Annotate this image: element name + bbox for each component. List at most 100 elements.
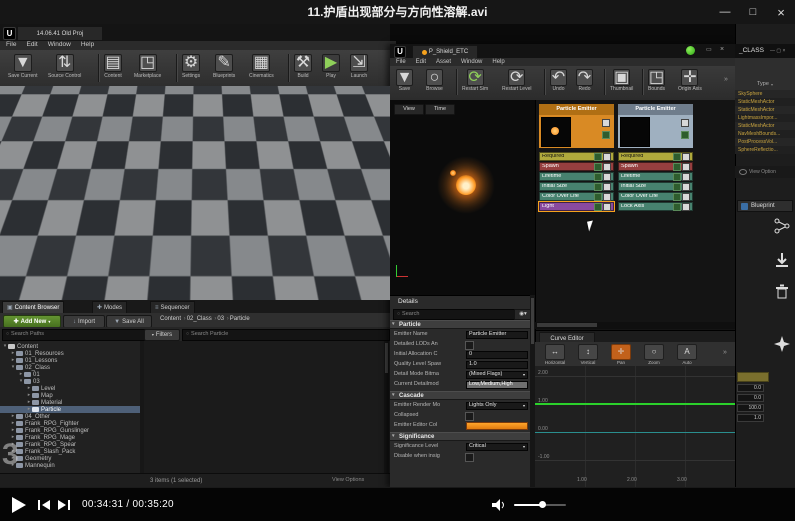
module-graph-icon[interactable]	[673, 183, 681, 191]
toolbar-overflow-icon[interactable]: »	[723, 349, 727, 356]
module-required[interactable]: Required	[539, 152, 614, 161]
emitter-1-header[interactable]: Particle Emitter	[539, 104, 614, 115]
menu-edit[interactable]: Edit	[26, 42, 37, 49]
scrollbar-thumb[interactable]	[537, 323, 597, 327]
next-button[interactable]	[58, 500, 70, 510]
restart-sim-button[interactable]: ⟳Restart Sim	[462, 69, 488, 92]
module-checkbox[interactable]	[603, 203, 611, 211]
close-button[interactable]: ×	[767, 0, 795, 24]
background-window-controls[interactable]: — ▢ ×	[770, 49, 785, 54]
scrollbar-thumb[interactable]	[385, 343, 388, 373]
tab-content-browser[interactable]: ▣Content Browser	[2, 301, 64, 313]
play-button[interactable]: ▶Play	[322, 54, 340, 79]
checkbox[interactable]	[465, 341, 474, 350]
outliner-row[interactable]: StaticMeshActor	[735, 106, 795, 114]
tree-item[interactable]: 04_Other	[0, 413, 140, 420]
module-lock-axis[interactable]: Lock Axis	[618, 202, 693, 211]
module-checkbox[interactable]	[682, 173, 690, 181]
module-checkbox[interactable]	[603, 163, 611, 171]
module-initial-size[interactable]: Initial Size	[618, 182, 693, 191]
module-checkbox[interactable]	[682, 183, 690, 191]
module-graph-icon[interactable]	[594, 193, 602, 201]
transform-field[interactable]: 1.0	[737, 414, 764, 422]
marketplace-button[interactable]: ◳Marketplace	[134, 54, 161, 79]
breadcrumb-02-class[interactable]: 02_Class	[187, 316, 218, 322]
cascade-maximize-button[interactable]: ▭	[706, 47, 712, 53]
module-graph-icon[interactable]	[594, 153, 602, 161]
cascade-preview-viewport[interactable]: View Time	[390, 100, 535, 295]
tree-item[interactable]: Frank_RPG_Fighter	[0, 420, 140, 427]
tree-item[interactable]: Frank_RPG_Spear	[0, 441, 140, 448]
volume-knob[interactable]	[539, 501, 546, 508]
module-initial-size[interactable]: Initial Size	[539, 182, 614, 191]
tree-item[interactable]: Map	[0, 392, 140, 399]
settings-button[interactable]: ⚙Settings	[182, 54, 200, 79]
viewport-menu-icon[interactable]: ≡	[4, 90, 18, 101]
volume-icon[interactable]	[492, 499, 508, 511]
module-checkbox[interactable]	[682, 193, 690, 201]
content-button[interactable]: ▤Content	[104, 54, 122, 79]
module-graph-icon[interactable]	[673, 203, 681, 211]
curve-pan-button[interactable]: ✛Pan	[606, 344, 636, 366]
cascade-time-button[interactable]: Time	[425, 104, 455, 115]
module-checkbox[interactable]	[603, 153, 611, 161]
outliner-row[interactable]: NavMeshBounds...	[735, 130, 795, 138]
minimize-button[interactable]: —	[711, 0, 739, 24]
bounds-button[interactable]: ◳Bounds	[648, 69, 665, 92]
tree-item[interactable]: 03	[0, 378, 140, 385]
module-checkbox[interactable]	[682, 203, 690, 211]
module-graph-icon[interactable]	[673, 173, 681, 181]
cinematics-button[interactable]: ▦Cinematics	[249, 54, 274, 79]
cascade-save-button[interactable]: ▼Save	[396, 69, 413, 92]
cascade-close-button[interactable]: ×	[720, 46, 724, 53]
curve-horizontal-button[interactable]: ↔Horizontal	[540, 344, 570, 366]
redo-button[interactable]: ↷Redo	[576, 69, 593, 92]
breadcrumb-particle[interactable]: Particle	[230, 316, 252, 322]
perspective-button[interactable]: Perspective	[19, 90, 69, 101]
filters-button[interactable]: ▾Filters	[144, 329, 180, 341]
curve-graph[interactable]: 2.00 1.00 0.00 -1.00 1.00 2.00 3.00	[535, 366, 735, 487]
outliner-row[interactable]: StaticMeshActor	[735, 98, 795, 106]
search-paths-input[interactable]: Search Paths	[2, 329, 146, 341]
outliner-row[interactable]: PostProcessVol...	[735, 138, 795, 146]
tree-item[interactable]: 02_Class	[0, 364, 140, 371]
module-color-over-life[interactable]: Color Over Life	[618, 192, 693, 201]
module-lifetime[interactable]: Lifetime	[539, 172, 614, 181]
trash-icon[interactable]	[774, 284, 790, 300]
cascade-menu-window[interactable]: Window	[461, 59, 482, 65]
cascade-menu-file[interactable]: File	[396, 59, 406, 65]
quality-level-field[interactable]: 1.0	[466, 361, 528, 369]
undo-button[interactable]: ↶Undo	[550, 69, 567, 92]
module-graph-icon[interactable]	[594, 173, 602, 181]
section-significance[interactable]: Significance	[390, 432, 531, 441]
cascade-menu-asset[interactable]: Asset	[436, 59, 451, 65]
origin-axis-button[interactable]: ✛Origin Axis	[678, 69, 702, 92]
emitter-graph-icon[interactable]	[602, 131, 610, 139]
module-graph-icon[interactable]	[673, 193, 681, 201]
module-light-selected[interactable]: Light	[539, 202, 614, 211]
module-graph-icon[interactable]	[594, 163, 602, 171]
launch-button[interactable]: ⇲Launch	[350, 54, 368, 79]
section-particle[interactable]: Particle	[390, 320, 531, 329]
emitter-name-field[interactable]: Particle Emitter	[466, 331, 528, 339]
curve-vertical-button[interactable]: ↕Vertical	[573, 344, 603, 366]
emitter-1-block[interactable]	[539, 115, 614, 148]
initial-allocation-field[interactable]: 0	[466, 351, 528, 359]
tree-item[interactable]: Frank_RPG_Mage	[0, 434, 140, 441]
scrollbar-thumb[interactable]	[531, 298, 534, 344]
tree-item[interactable]: 01_Resources	[0, 350, 140, 357]
tree-item[interactable]: 01_Lessons	[0, 357, 140, 364]
transform-field[interactable]: 0.0	[737, 384, 764, 392]
outliner-row[interactable]: StaticMeshActor	[735, 122, 795, 130]
module-checkbox[interactable]	[603, 183, 611, 191]
save-current-button[interactable]: ▼Save Current	[8, 54, 37, 79]
curve-line-green[interactable]	[535, 403, 735, 405]
cascade-asset-tab[interactable]: P_Shield_ETC	[412, 45, 478, 59]
toolbar-overflow-icon[interactable]: »	[724, 76, 728, 83]
asset-scrollbar[interactable]	[384, 341, 389, 473]
module-checkbox[interactable]	[682, 153, 690, 161]
view-options-button[interactable]: View Option	[749, 170, 776, 175]
level-viewport[interactable]: ≡ Perspective Lit	[0, 86, 390, 300]
details-tab[interactable]: Details	[398, 299, 418, 306]
emitter-color-swatch[interactable]	[466, 422, 528, 430]
